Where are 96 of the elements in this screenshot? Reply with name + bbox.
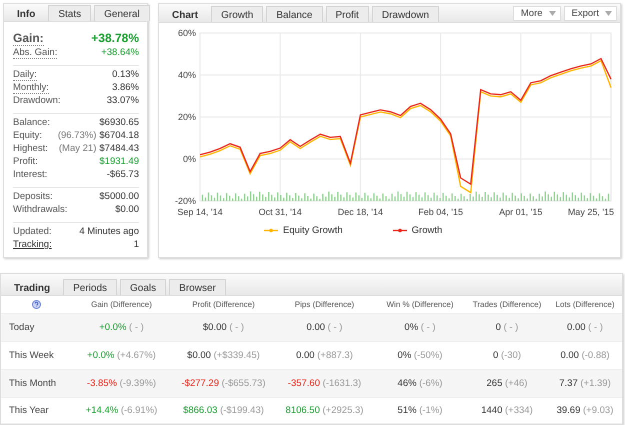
axis-label: -20% [174, 196, 196, 206]
stat-link[interactable]: Tracking: [13, 240, 52, 250]
table-cell-text: 0.00 ( - ) [566, 322, 604, 333]
stat-value: 3.86% [112, 82, 139, 93]
tab[interactable]: General [94, 5, 150, 21]
caret-icon [548, 10, 556, 16]
tab[interactable]: Goals [120, 279, 166, 295]
stat-value: $1931.49 [99, 156, 139, 167]
table-cell-text: 1440 (+334) [480, 405, 534, 416]
stat-label: Balance: [13, 118, 50, 128]
axis-label: 20% [178, 112, 196, 122]
legend-line-icon [392, 228, 407, 232]
stat-value: $7484.43 [99, 143, 139, 154]
table-cell-text: +0.0% (+4.67%) [86, 350, 157, 361]
stat-label: Gain: [13, 32, 44, 46]
tab[interactable]: Trading [4, 279, 60, 295]
period-label: Today [8, 322, 36, 333]
tab[interactable]: Browser [169, 279, 226, 295]
table-cell-text: 0.00 (+887.3) [295, 350, 354, 361]
stat-value: -$65.73 [106, 169, 139, 180]
column-header: Profit (Difference) [191, 300, 256, 309]
table-cell-text: 51% (-1%) [396, 405, 444, 416]
help-icon[interactable] [32, 300, 40, 309]
stat-value: $5000.00 [99, 191, 139, 202]
axis-label: 60% [178, 28, 196, 38]
table-cell-text: -$277.29 (-$655.73) [180, 378, 266, 389]
stat-value: $6704.18 [99, 130, 139, 141]
period-label: This Month [8, 378, 57, 389]
stat-label: Daily: [13, 70, 37, 82]
table-cell-text: -357.60 (-1631.3) [286, 378, 362, 389]
table-cell-text: -3.85% (-9.39%) [86, 378, 158, 389]
column-header: Lots (Difference) [554, 300, 616, 309]
table-cell-text: 0% (-50%) [396, 350, 444, 361]
stat-value: $0.00 [115, 204, 139, 215]
table-cell-text: 0.00 ( - ) [306, 322, 344, 333]
column-header: Win % (Difference) [386, 300, 454, 309]
tab[interactable]: Stats [48, 5, 92, 21]
stat-value: 4 Minutes ago [79, 226, 139, 237]
axis-label: May 25, '15 [568, 207, 614, 217]
table-cell-text: 0 ( - ) [494, 322, 520, 333]
axis-label: 40% [178, 70, 196, 80]
table-cell-text: 39.69 (+9.03) [556, 405, 614, 416]
dropdown-button[interactable]: More [512, 6, 561, 20]
stat-value: 1 [134, 239, 139, 250]
stat-value: 33.07% [106, 95, 139, 106]
stat-label: Deposits: [13, 192, 53, 202]
axis-label: 0% [182, 154, 196, 164]
caret-icon [605, 10, 612, 16]
legend-label: Growth [412, 224, 442, 236]
table-cell-text: $0.00 (+$339.45) [186, 350, 261, 361]
stat-note: (96.73%) [58, 130, 96, 141]
table-cell-text: 7.37 (+1.39) [558, 378, 612, 389]
stat-label: Withdrawals: [13, 205, 68, 216]
axis-label: Oct 31, '14 [258, 207, 302, 217]
tab[interactable]: Chart [162, 6, 208, 22]
column-header: Pips (Difference) [294, 300, 356, 309]
tab[interactable]: Balance [266, 6, 322, 22]
stat-label: Abs. Gain: [13, 48, 58, 60]
legend-label: Equity Growth [283, 224, 343, 236]
dropdown-button[interactable]: Export [564, 6, 617, 20]
table-cell-text: 265 (+46) [486, 378, 528, 389]
stat-label: Profit: [13, 157, 38, 168]
stat-label: Drawdown: [13, 96, 61, 106]
tab[interactable]: Info [7, 5, 46, 21]
tab[interactable]: Periods [63, 279, 118, 295]
stat-label: Updated: [13, 227, 52, 238]
table-cell-text: $0.00 ( - ) [202, 322, 246, 333]
table-cell-text: $866.03 (-$199.43) [182, 405, 265, 416]
table-cell-text: 0% ( - ) [403, 322, 437, 333]
table-cell-text: 0 (-30) [492, 350, 522, 361]
table-cell-text: 0.00 (-0.88) [559, 350, 611, 361]
stat-value: +38.64% [101, 47, 139, 58]
table-cell-text: 46% (-6%) [396, 378, 444, 389]
tab[interactable]: Drawdown [372, 6, 440, 22]
stat-value: $6930.65 [99, 117, 139, 128]
axis-label: Apr 01, '15 [499, 207, 542, 217]
tab[interactable]: Profit [326, 6, 369, 22]
table-cell-text: +0.0% ( - ) [98, 322, 145, 333]
period-label: This Year [8, 405, 50, 416]
stat-label: Monthly: [13, 83, 49, 94]
axis-label: Feb 04, '15 [418, 207, 463, 217]
stat-note: (May 21) [58, 143, 96, 154]
table-cell-text: +14.4% (-6.91%) [84, 405, 158, 416]
stat-label: Equity: [13, 131, 42, 142]
legend-line-icon [264, 228, 278, 232]
period-label: This Week [8, 350, 55, 361]
stat-label: Highest: [13, 144, 48, 154]
column-header: Gain (Difference) [90, 300, 153, 309]
stat-value: +38.78% [91, 31, 139, 45]
tab[interactable]: Growth [211, 6, 264, 22]
stat-label: Interest: [13, 170, 48, 180]
axis-label: Sep 14, '14 [177, 207, 223, 217]
column-header: Trades (Difference) [472, 300, 542, 309]
table-cell-text: 8106.50 (+2925.3) [284, 405, 364, 416]
stat-value: 0.13% [112, 69, 139, 80]
axis-label: Dec 18, '14 [338, 207, 384, 217]
